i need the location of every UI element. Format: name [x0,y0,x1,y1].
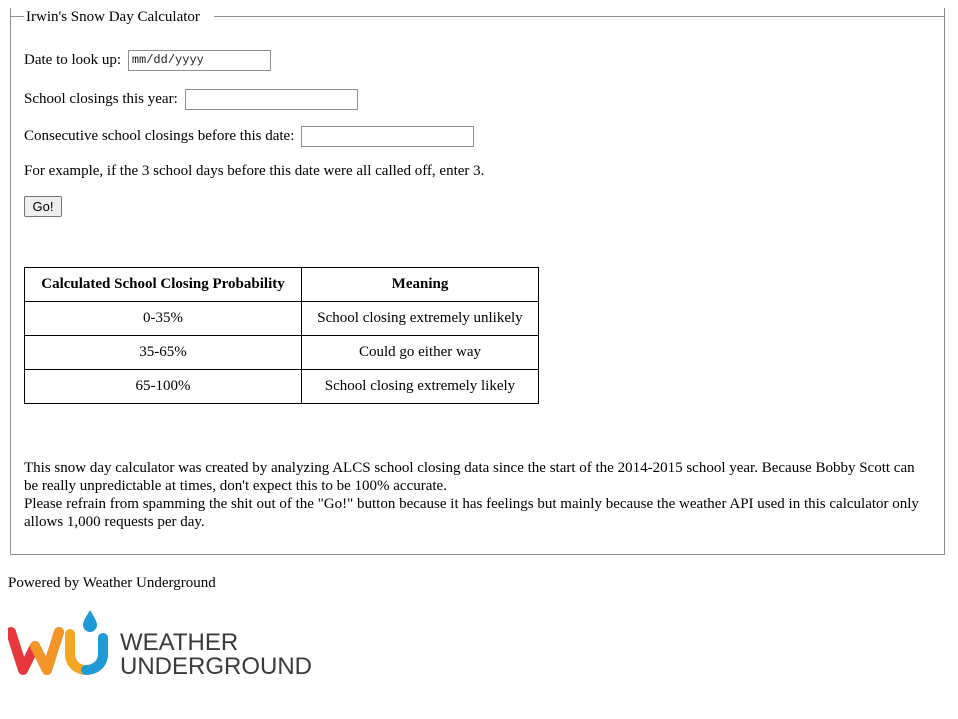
table-row: 35-65% Could go either way [24,335,539,370]
consecutive-row: Consecutive school closings before this … [24,126,475,147]
raindrop-icon [83,610,97,632]
closings-row: School closings this year: [24,89,358,110]
meaning-cell: School closing extremely likely [301,369,539,404]
meaning-cell: Could go either way [301,335,539,370]
probability-cell: 65-100% [24,369,302,404]
info-paragraph: This snow day calculator was created by … [24,459,924,531]
closings-label: School closings this year: [24,90,178,107]
date-input[interactable]: mm/dd/yyyy [127,50,271,71]
header-meaning: Meaning [301,267,539,302]
probability-table: Calculated School Closing Probability Me… [24,267,539,404]
date-label: Date to look up: [24,51,122,68]
weather-underground-logo-graphic: WEATHER UNDERGROUND [6,610,312,680]
consecutive-label: Consecutive school closings before this … [24,127,295,144]
consecutive-input[interactable] [301,126,475,147]
info-line-2: Please refrain from spamming the shit ou… [24,496,919,530]
fieldset-border [10,16,24,17]
probability-cell: 0-35% [24,301,302,336]
logo-text-line-1: WEATHER [120,629,238,656]
go-button[interactable]: Go! [24,196,62,217]
date-row: Date to look up: mm/dd/yyyy [24,50,271,71]
info-line-1: This snow day calculator was created by … [24,460,915,494]
meaning-cell: School closing extremely unlikely [301,301,539,336]
powered-by-text: Powered by Weather Underground [8,575,216,591]
calculator-legend: Irwin's Snow Day Calculator [26,9,200,25]
header-probability: Calculated School Closing Probability [24,267,302,302]
example-text: For example, if the 3 school days before… [24,163,485,179]
table-row: 65-100% School closing extremely likely [24,369,539,404]
closings-input[interactable] [184,89,358,110]
table-header-row: Calculated School Closing Probability Me… [24,267,539,302]
probability-cell: 35-65% [24,335,302,370]
weather-underground-logo: WEATHER UNDERGROUND [6,608,328,683]
fieldset-border [214,16,945,17]
table-row: 0-35% School closing extremely unlikely [24,301,539,336]
logo-text-line-2: UNDERGROUND [120,653,312,678]
